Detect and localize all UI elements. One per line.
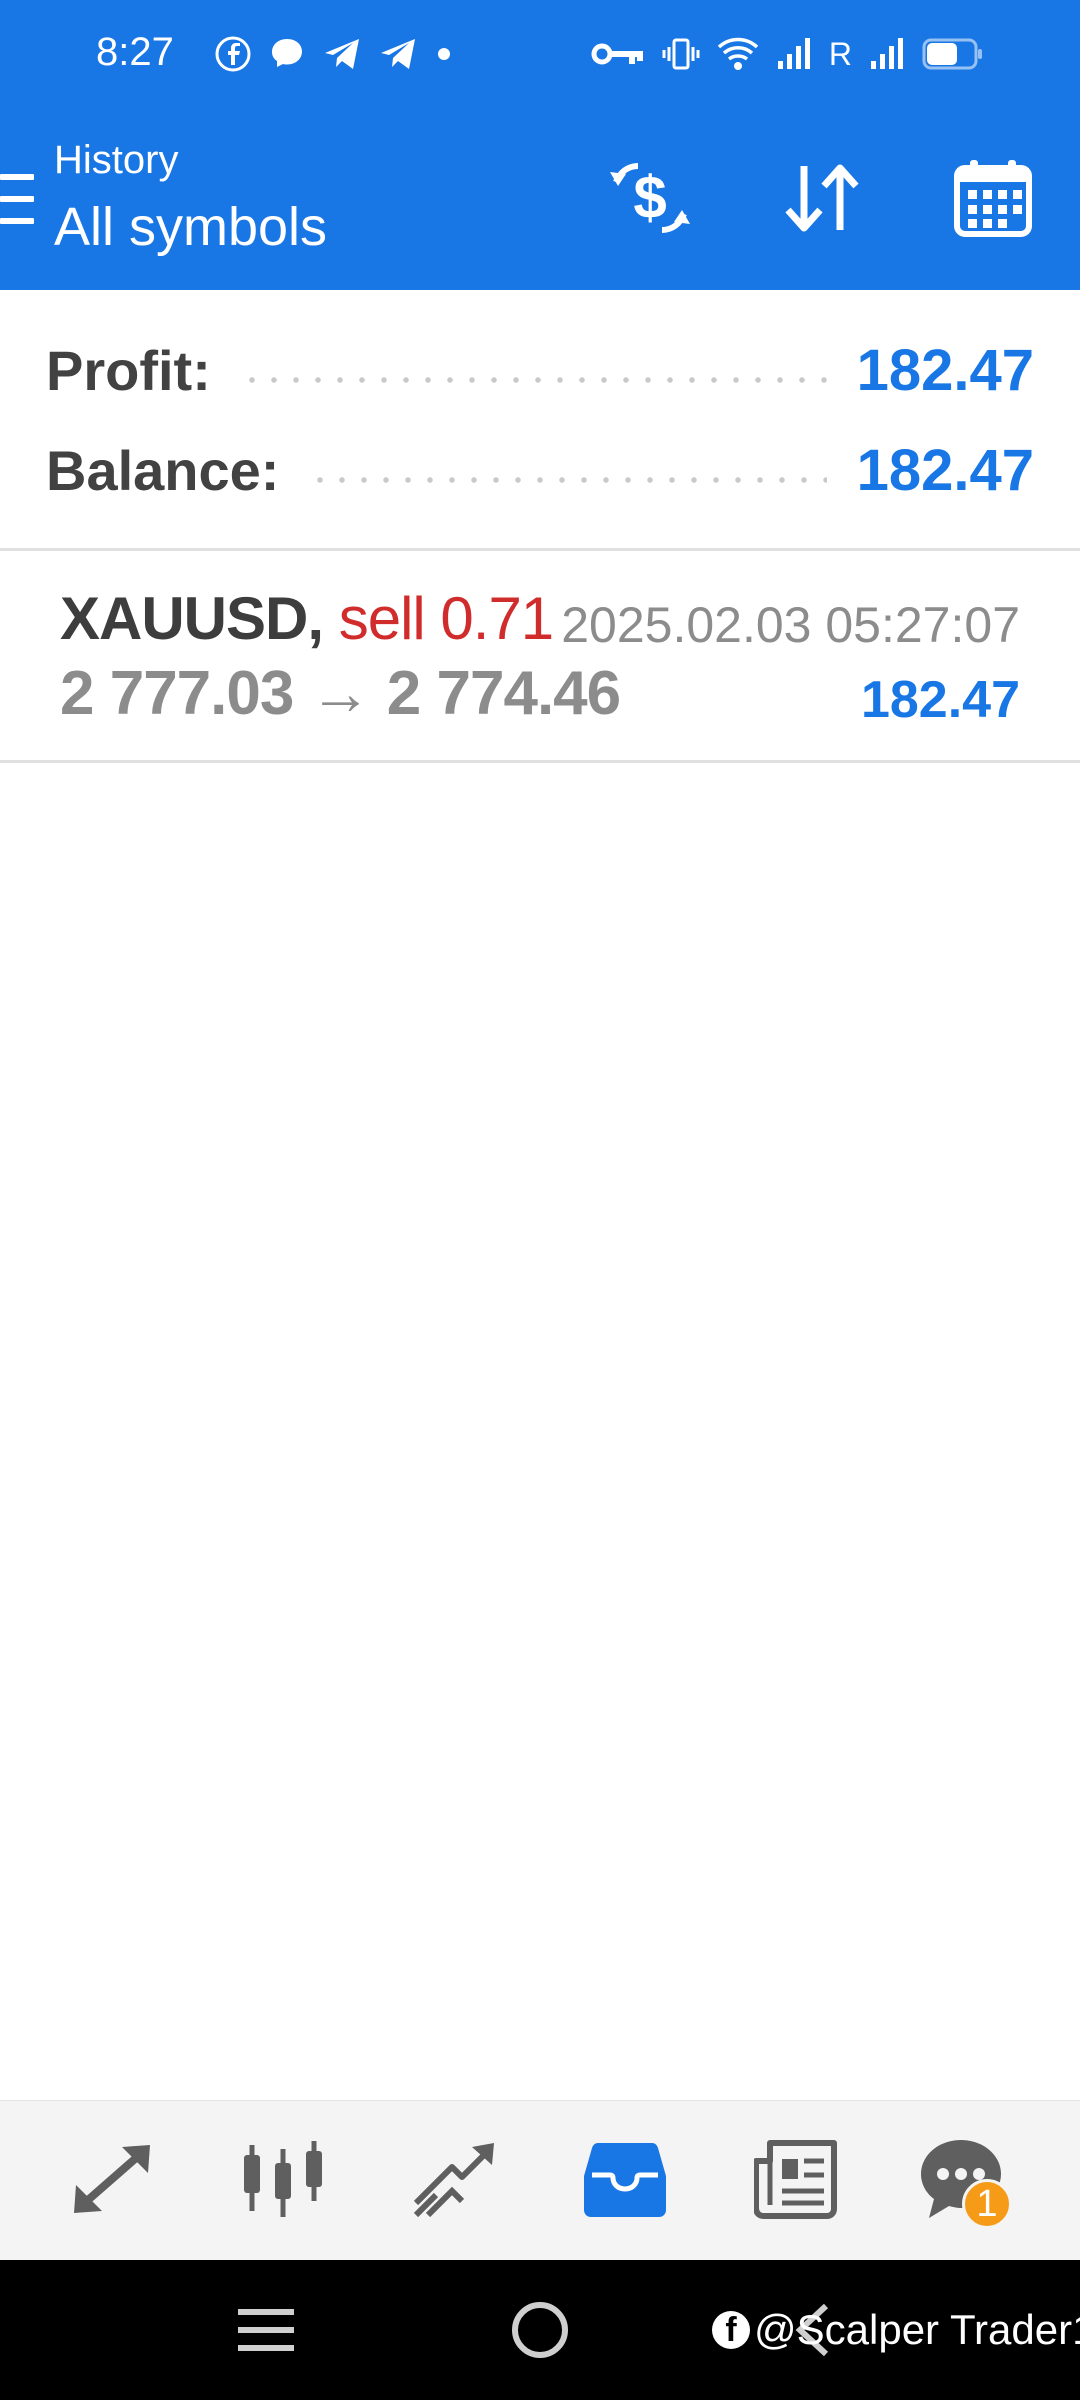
deal-prices: 2 777.03 → 2 774.46 <box>60 659 621 728</box>
wifi-icon <box>717 35 759 73</box>
status-bar: 8:27 R <box>0 0 1080 108</box>
balance-row: Balance: 182.47 <box>46 430 1034 510</box>
dotted-leader <box>240 377 827 383</box>
symbol-filter[interactable]: All symbols <box>54 196 327 258</box>
profit-value: 182.47 <box>856 337 1034 403</box>
tab-trade[interactable] <box>399 2131 509 2231</box>
facebook-logo-icon: f <box>712 2311 750 2349</box>
sort-icon[interactable] <box>772 148 872 248</box>
home-button[interactable] <box>510 2300 570 2360</box>
dotted-leader <box>309 477 827 483</box>
deal-symbol: XAUUSD, <box>60 585 324 652</box>
deal-row[interactable]: XAUUSD, sell 0.71 2025.02.03 05:27:07 2 … <box>0 552 1080 760</box>
telegram-icon <box>322 35 362 73</box>
tab-news[interactable] <box>741 2131 851 2231</box>
tab-history[interactable] <box>570 2131 680 2231</box>
balance-label: Balance: <box>46 438 280 502</box>
system-nav-bar: f @Scalper Trader1 <box>0 2260 1080 2400</box>
app-toolbar: History All symbols $ <box>0 108 1080 290</box>
tab-messages[interactable]: 1 <box>906 2131 1016 2231</box>
dot-icon <box>434 35 454 73</box>
candlestick-chart-icon <box>240 2139 326 2224</box>
recents-button[interactable] <box>236 2306 296 2354</box>
balance-value: 182.47 <box>856 437 1034 503</box>
svg-text:$: $ <box>633 164 666 231</box>
facebook-icon <box>214 35 252 73</box>
menu-icon[interactable] <box>0 174 34 230</box>
status-time: 8:27 <box>96 30 174 74</box>
tab-quotes[interactable] <box>57 2131 167 2231</box>
quotes-arrows-icon <box>70 2141 154 2222</box>
currency-exchange-icon[interactable]: $ <box>600 148 700 248</box>
calendar-icon[interactable] <box>943 148 1043 248</box>
news-icon <box>753 2139 838 2224</box>
divider <box>0 548 1080 551</box>
watermark-text: @Scalper Trader1 <box>754 2306 1080 2353</box>
deal-profit: 182.47 <box>860 671 1020 729</box>
profit-label: Profit: <box>46 338 211 402</box>
history-inbox-icon <box>584 2141 666 2222</box>
trade-chart-icon <box>412 2139 496 2224</box>
carrier-label: R <box>828 35 852 72</box>
messenger-icon <box>268 35 306 73</box>
deal-datetime: 2025.02.03 05:27:07 <box>561 597 1020 653</box>
bottom-tab-bar: 1 <box>0 2100 1080 2260</box>
deal-header: XAUUSD, sell 0.71 <box>60 584 554 653</box>
vpn-key-icon <box>591 39 645 69</box>
divider <box>0 760 1080 763</box>
telegram-icon <box>378 35 418 73</box>
signal-icon <box>868 35 906 73</box>
account-summary: Profit: 182.47 Balance: 182.47 <box>0 290 1080 550</box>
page-title: History <box>54 138 179 182</box>
system-icons: R <box>591 30 984 78</box>
unread-badge: 1 <box>962 2179 1012 2229</box>
battery-icon <box>922 37 984 71</box>
watermark: f @Scalper Trader1 <box>712 2300 1080 2360</box>
signal-icon <box>775 35 813 73</box>
notification-icons <box>214 30 454 78</box>
vibrate-icon <box>661 35 701 73</box>
tab-chart[interactable] <box>228 2131 338 2231</box>
profit-row: Profit: 182.47 <box>46 330 1034 410</box>
deal-type: sell 0.71 <box>338 585 554 652</box>
